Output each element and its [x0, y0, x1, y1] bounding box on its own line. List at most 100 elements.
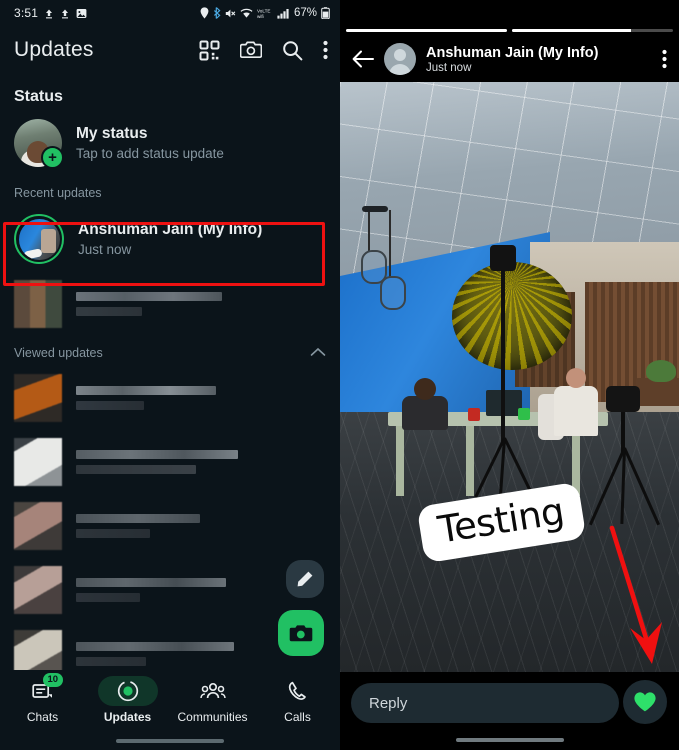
nav-item-calls[interactable]: Calls: [255, 676, 340, 724]
camera-head: [606, 386, 640, 412]
updates-app-bar: Updates: [0, 26, 340, 74]
nav-label: Calls: [284, 710, 311, 724]
redacted-text: [76, 450, 238, 474]
overflow-menu-icon[interactable]: [323, 40, 328, 60]
nav-label: Updates: [103, 710, 152, 724]
lamp-cord: [389, 210, 391, 278]
redacted-line: [76, 292, 222, 301]
status-item-time: Just now: [78, 242, 132, 257]
story-progress-segment: [512, 29, 673, 32]
person-head: [414, 378, 436, 400]
viewer-status-bar-spacer: [340, 0, 679, 26]
heart-like-button[interactable]: [623, 680, 667, 724]
status-item-anshuman-jain[interactable]: Anshuman Jain (My Info) Just now: [0, 206, 340, 272]
location-icon: [200, 7, 209, 19]
calls-icon: [288, 681, 306, 700]
redacted-line: [76, 450, 238, 459]
nav-pill: 10: [13, 673, 73, 706]
upload-icon: [44, 8, 54, 19]
communities-icon: [199, 682, 226, 699]
search-icon[interactable]: [282, 40, 303, 61]
compose-status-fab[interactable]: [286, 560, 324, 598]
avatar[interactable]: [384, 43, 416, 75]
softbox-mount: [490, 245, 516, 271]
list-item[interactable]: [0, 494, 340, 558]
viewed-updates-header[interactable]: Viewed updates: [0, 336, 340, 366]
list-item[interactable]: [0, 430, 340, 494]
camera-icon: [289, 624, 313, 641]
planter-box: [636, 378, 679, 406]
signal-icon: [277, 8, 290, 19]
redacted-avatar: [14, 438, 62, 486]
nav-item-updates[interactable]: Updates: [85, 676, 170, 724]
bluetooth-icon: [213, 7, 221, 19]
redacted-line: [76, 593, 140, 602]
redacted-line: [76, 514, 200, 523]
volte-icon: VoLTE wifi: [257, 7, 273, 19]
redacted-line: [76, 465, 196, 474]
my-status-subtitle: Tap to add status update: [76, 146, 224, 161]
status-avatar-image: [18, 218, 60, 260]
app-bar-actions: [199, 40, 328, 61]
viewed-updates-label: Viewed updates: [14, 346, 103, 360]
lamp-mount: [362, 206, 388, 212]
story-progress-bar: [346, 29, 673, 32]
redacted-avatar: [14, 280, 62, 328]
overflow-menu-icon[interactable]: [662, 49, 667, 69]
status-bar-clock: 3:51: [14, 6, 39, 20]
redacted-text: [76, 578, 226, 602]
back-arrow-icon[interactable]: [352, 50, 374, 68]
list-item[interactable]: [0, 272, 340, 336]
nav-pill: [268, 676, 328, 706]
redacted-line: [76, 657, 146, 666]
person: [554, 386, 598, 436]
redacted-line: [76, 386, 216, 395]
nav-label: Chats: [26, 710, 59, 724]
chevron-up-icon[interactable]: [310, 346, 326, 360]
softbox-light: [452, 262, 572, 370]
nav-item-chats[interactable]: 10 Chats: [0, 673, 85, 724]
red-object: [468, 408, 480, 421]
home-indicator: [116, 739, 224, 743]
bottom-navigation: 10 Chats Updates Communities Calls: [0, 670, 340, 750]
tripod-column: [621, 412, 625, 452]
camera-icon[interactable]: [239, 40, 263, 60]
status-media[interactable]: [340, 82, 679, 672]
redacted-text: [76, 386, 216, 410]
recent-updates-label: Recent updates: [14, 186, 102, 200]
screenshot-root: 3:51 VoLTE wifi 67% Updates Status + My …: [0, 0, 679, 750]
nav-pill: [183, 676, 243, 706]
redacted-avatar: [14, 374, 62, 422]
qr-scan-icon[interactable]: [199, 40, 220, 61]
updates-icon: [117, 680, 138, 702]
redacted-text: [76, 292, 222, 316]
my-status-title: My status: [76, 125, 148, 142]
reply-input[interactable]: Reply: [351, 683, 619, 723]
wifi-icon: [240, 8, 253, 19]
list-item[interactable]: [0, 366, 340, 430]
avatar[interactable]: +: [14, 119, 64, 169]
plant: [646, 360, 676, 382]
status-section-title: Status: [14, 88, 63, 105]
light-stand: [501, 270, 505, 445]
status-viewer-screen: Anshuman Jain (My Info) Just now Reply: [340, 0, 679, 750]
person: [402, 396, 448, 430]
redacted-avatar: [14, 502, 62, 550]
nav-label: Communities: [177, 710, 248, 724]
redacted-line: [76, 642, 234, 651]
my-status-row[interactable]: + My status Tap to add status update: [0, 110, 340, 176]
add-status-plus-icon[interactable]: +: [41, 146, 64, 169]
desk-leg: [396, 426, 404, 496]
image-icon: [76, 8, 87, 19]
story-progress-segment: [346, 29, 507, 32]
redacted-avatar: [14, 566, 62, 614]
status-bar-right: VoLTE wifi 67%: [200, 7, 330, 20]
chats-unread-badge: 10: [42, 673, 64, 687]
heart-icon: [634, 692, 656, 712]
avatar[interactable]: [14, 214, 64, 264]
nav-item-communities[interactable]: Communities: [170, 676, 255, 724]
home-indicator: [455, 738, 564, 742]
page-title: Updates: [14, 38, 94, 61]
redacted-text: [76, 642, 234, 666]
camera-status-fab[interactable]: [278, 610, 324, 656]
